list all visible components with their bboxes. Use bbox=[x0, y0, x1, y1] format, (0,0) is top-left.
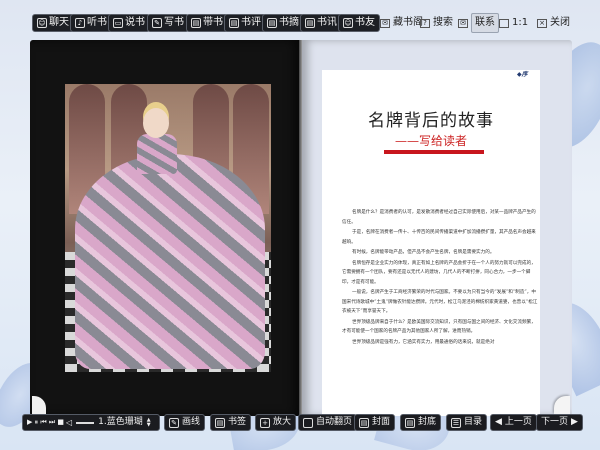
book-icon: ▤ bbox=[191, 18, 201, 28]
paragraph: 名牌恒存是企业实力的体现，真正有如上名牌的产品会折于在一个人的努力就可以完成的，… bbox=[342, 260, 536, 285]
next-page-button[interactable]: 下一页 ▶ bbox=[536, 414, 583, 431]
page-body-text: 名牌是什么？是消费者的认可，是发散消费者经过自己实际使用后，对某一品牌产品产生的… bbox=[342, 208, 538, 416]
take-book-button[interactable]: ▤ 带书 bbox=[186, 14, 228, 32]
close-icon: × bbox=[537, 18, 547, 28]
draw-line-button[interactable]: ✎ 画线 bbox=[164, 414, 206, 431]
news-icon: ▤ bbox=[305, 18, 315, 28]
paragraph: 一般说，名牌产生于工商经济繁荣的时代与国家。不要以为只有当今的“发展”和“制造”… bbox=[342, 290, 538, 314]
search-button[interactable]: ? 搜索 bbox=[420, 14, 453, 32]
catalog-icon: ☰ bbox=[451, 417, 461, 428]
cover-photo bbox=[65, 84, 271, 372]
page-title: 名牌背后的故事 bbox=[368, 111, 494, 131]
magnifier-icon: + bbox=[260, 417, 270, 428]
page-curl-corner[interactable] bbox=[554, 396, 570, 414]
paragraph: 名牌是什么？是消费者的认可，是发散消费者经过自己实际使用后，对某一品牌产品产生的… bbox=[342, 210, 536, 225]
contact-icon: ✉ bbox=[458, 18, 468, 28]
prev-page-button[interactable]: ◀ 上一页 bbox=[490, 414, 537, 431]
speaker-icon: ▭ bbox=[113, 18, 123, 28]
bottom-toolbar: ▶ ⏸ ⏮ ⏭ ■ ◁ 1.蓝色珊瑚 ▲ ▼ ✎ 画线 ▤ 书签 + 放大 自动翻页 ▤… bbox=[0, 414, 600, 434]
bookmark-icon: ▤ bbox=[215, 417, 225, 428]
book-viewer: ◆序 名牌背后的故事 ——写给读者 名牌是什么？是消费者的认可，是发散消费者经过… bbox=[30, 40, 572, 416]
title-underline bbox=[384, 150, 484, 154]
pencil-icon: ✎ bbox=[169, 417, 179, 428]
auto-flip-icon bbox=[303, 417, 313, 428]
left-page[interactable] bbox=[30, 40, 300, 416]
gown-illustration bbox=[75, 154, 265, 369]
track-spinner[interactable]: ▲ ▼ bbox=[147, 417, 151, 428]
close-button[interactable]: × 关闭 bbox=[537, 14, 570, 32]
back-cover-button[interactable]: ▤ 封底 bbox=[400, 414, 442, 431]
friends-icon: ☺ bbox=[343, 18, 353, 28]
book-friends-button[interactable]: ☺ 书友 bbox=[338, 14, 380, 32]
review-icon: ▤ bbox=[229, 18, 239, 28]
bookmark-button[interactable]: ▤ 书签 bbox=[210, 414, 252, 431]
paragraph: 有时候，名牌能带动产品，但产品不会产生名牌，名牌是需要实力的。 bbox=[352, 250, 495, 255]
back-cover-icon: ▤ bbox=[405, 417, 415, 428]
arrow-right-icon: ▶ bbox=[571, 417, 578, 427]
zoom-in-button[interactable]: + 放大 bbox=[255, 414, 297, 431]
paragraph: 世界顶级品牌是强有力，它涵实有实力，用最通俗的话来说，就是绝对 bbox=[352, 339, 495, 345]
right-page[interactable]: ◆序 名牌背后的故事 ——写给读者 名牌是什么？是消费者的认可，是发散消费者经过… bbox=[302, 40, 572, 416]
book-excerpt-button[interactable]: ▤ 书摘 bbox=[262, 14, 304, 32]
cover-icon: ▤ bbox=[359, 417, 369, 428]
volume-slider[interactable] bbox=[76, 421, 95, 424]
write-book-button[interactable]: ✎ 写书 bbox=[147, 14, 189, 32]
paragraph: 于是，名牌在消费者一传十、十传百的民间传播渠道中扩加流播攒扩量，其产品名声会越来… bbox=[342, 230, 536, 245]
headphone-icon: ♪ bbox=[75, 18, 85, 28]
book-news-button[interactable]: ▤ 书讯 bbox=[300, 14, 342, 32]
page-curl-corner[interactable] bbox=[32, 396, 46, 414]
collection-button[interactable]: ✉ 藏书阁 bbox=[380, 14, 423, 32]
search-icon: ? bbox=[420, 18, 430, 28]
excerpt-icon: ▤ bbox=[267, 18, 277, 28]
music-player: ▶ ⏸ ⏮ ⏭ ■ ◁ 1.蓝色珊瑚 ▲ ▼ bbox=[22, 414, 160, 431]
volume-icon[interactable]: ◁ bbox=[66, 415, 72, 430]
paragraph: 世界顶级品牌来自于什么？是欧美国际交流知识，只有国与国之间的经济、文化交流频繁，… bbox=[342, 319, 536, 335]
listen-book-button[interactable]: ♪ 听书 bbox=[70, 14, 112, 32]
tell-book-button[interactable]: ▭ 说书 bbox=[108, 14, 150, 32]
collection-icon: ✉ bbox=[380, 18, 390, 28]
auto-flip-button[interactable]: 自动翻页 bbox=[298, 414, 358, 431]
page-subtitle: ——写给读者 bbox=[394, 134, 467, 148]
ratio-button[interactable]: 1:1 bbox=[499, 14, 528, 32]
catalog-button[interactable]: ☰ 目录 bbox=[446, 414, 488, 431]
pen-icon: ✎ bbox=[152, 18, 162, 28]
cover-button[interactable]: ▤ 封面 bbox=[354, 414, 396, 431]
chat-icon: ☺ bbox=[37, 18, 47, 28]
track-name: 1.蓝色珊瑚 bbox=[98, 417, 143, 427]
player-controls[interactable]: ▶ ⏸ ⏮ ⏭ ■ bbox=[27, 415, 64, 430]
contact-button[interactable]: ✉ 联系 bbox=[458, 13, 499, 33]
arrow-left-icon: ◀ bbox=[495, 417, 502, 427]
actual-size-icon bbox=[499, 18, 509, 28]
chat-button[interactable]: ☺ 聊天 bbox=[32, 14, 74, 32]
top-toolbar: ☺ 聊天 ♪ 听书 ▭ 说书 ✎ 写书 ▤ 带书 ▤ 书评 ▤ 书摘 ▤ 书讯 ☺ 书友 ✉ 藏书阁… bbox=[0, 13, 600, 36]
book-review-button[interactable]: ▤ 书评 bbox=[224, 14, 266, 32]
preface-tag: ◆序 bbox=[517, 71, 528, 78]
